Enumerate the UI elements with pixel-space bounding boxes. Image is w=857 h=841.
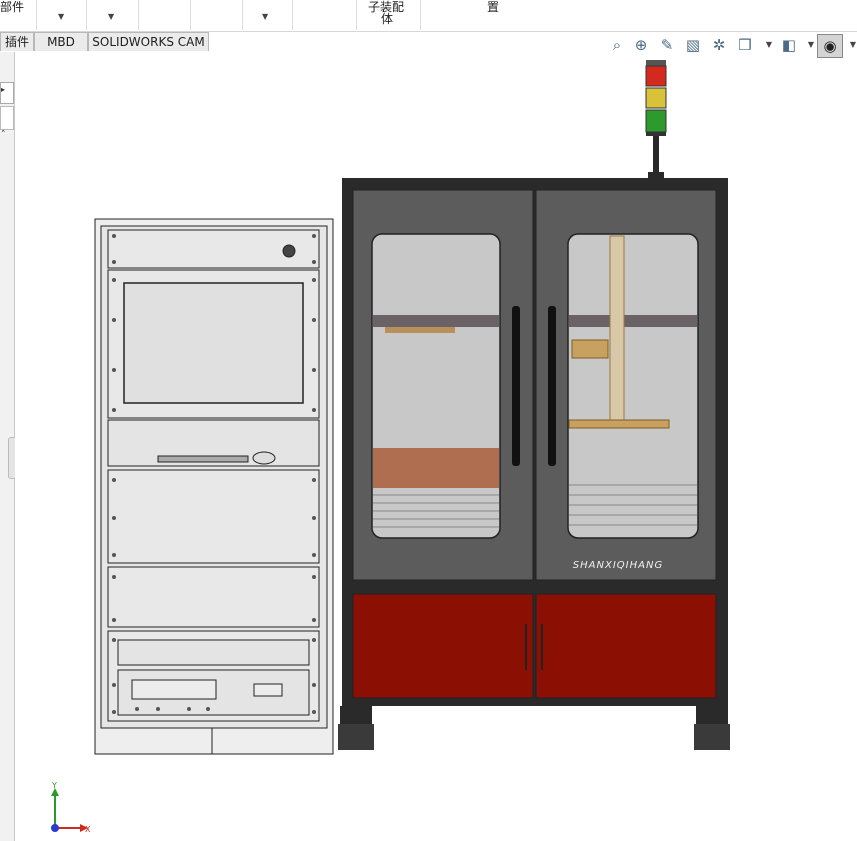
triad-y-label: Y [51, 781, 57, 790]
model-graphics: SHANXIQIHANG Y X [51, 60, 730, 834]
machine-cabinet [338, 178, 730, 750]
control-cabinet [94, 218, 334, 755]
signal-tower [645, 60, 667, 178]
brand-label: SHANXIQIHANG [573, 560, 663, 571]
triad-x-label: X [85, 825, 91, 834]
reference-triad: Y X [51, 781, 91, 834]
